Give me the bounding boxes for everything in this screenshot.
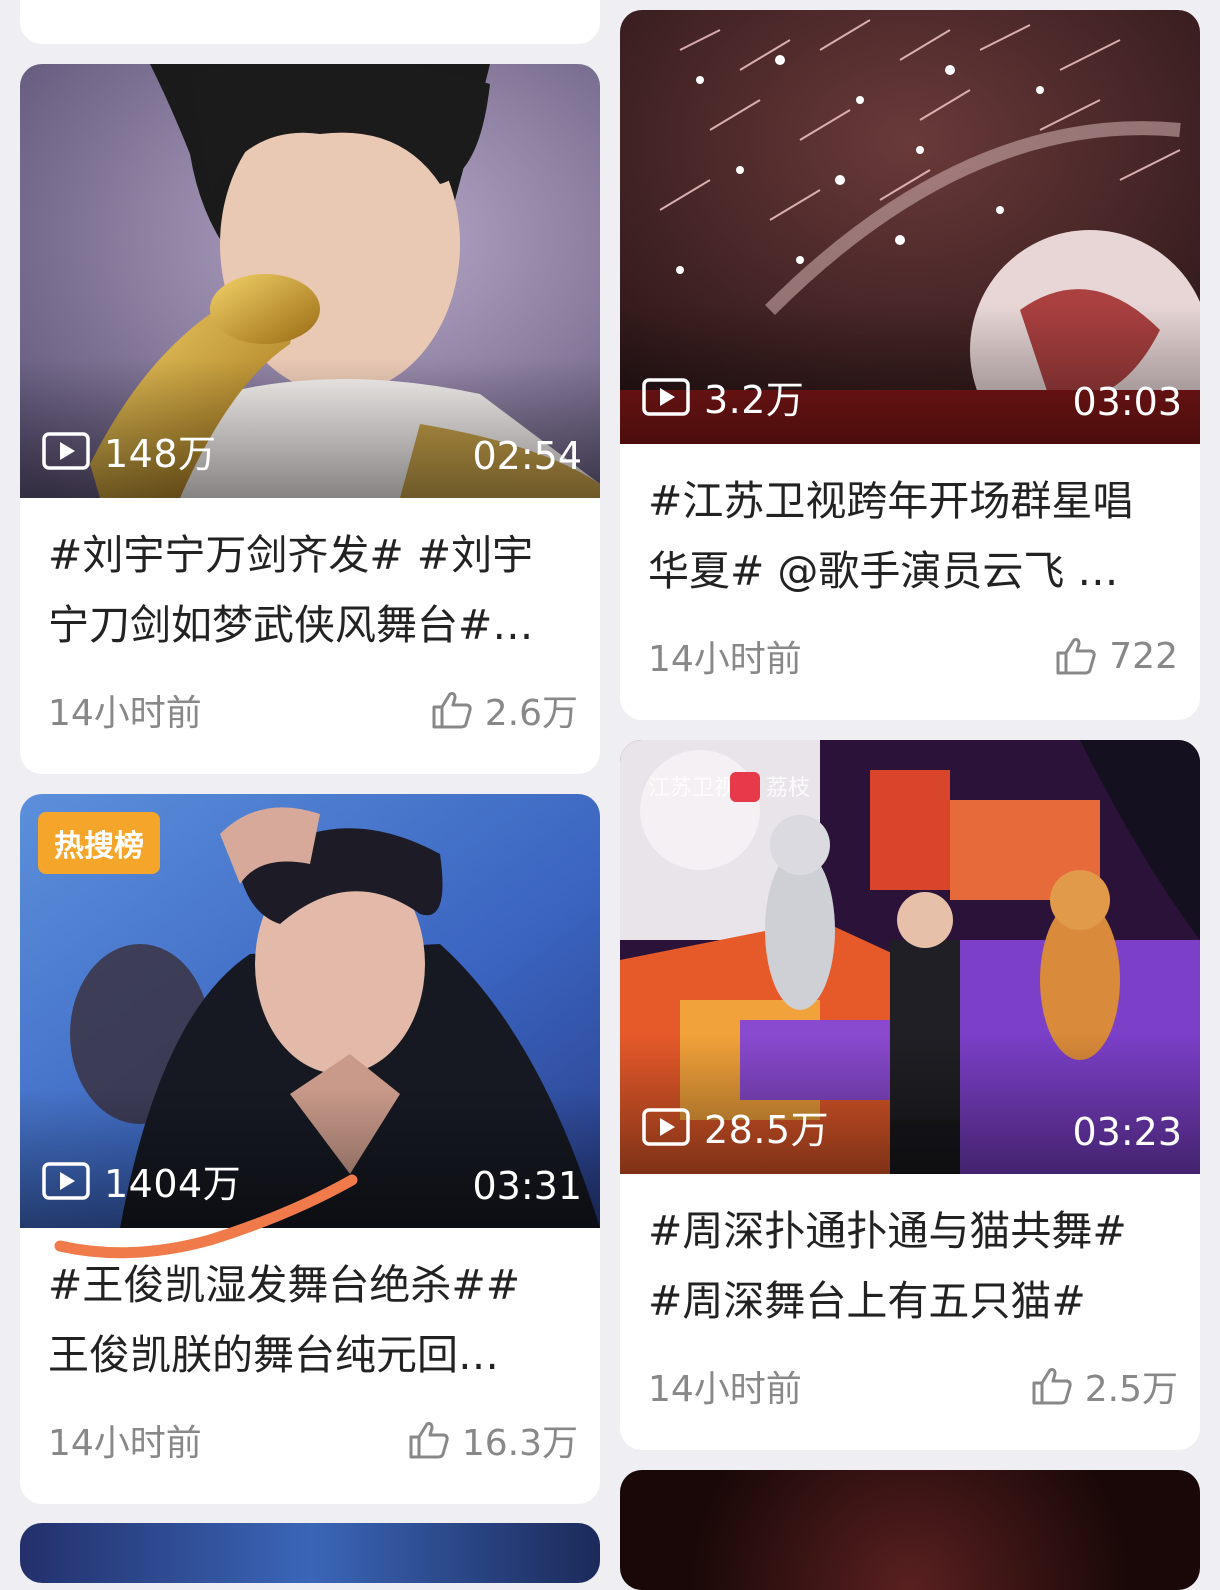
video-thumbnail[interactable]: 148万 02:54 xyxy=(20,64,600,498)
view-count: 28.5万 xyxy=(642,1099,829,1154)
video-title-line-1: #周深扑通扑通与猫共舞# xyxy=(648,1207,1127,1255)
video-title[interactable]: #周深扑通扑通与猫共舞# #周深舞台上有五只猫# xyxy=(620,1174,1200,1336)
like-button[interactable]: 2.6万 xyxy=(431,684,578,736)
video-card-jiangsu-opening[interactable]: 3.2万 03:03 #江苏卫视跨年开场群星唱 华夏# @歌手演员云飞 … 14… xyxy=(620,10,1200,720)
video-title-line-2: 王俊凯朕的舞台纯元回… xyxy=(48,1331,499,1379)
view-count: 3.2万 xyxy=(642,369,804,424)
video-thumbnail[interactable]: 江苏卫视 荔枝 28.5万 03:23 xyxy=(620,740,1200,1174)
like-count: 16.3万 xyxy=(461,1423,578,1464)
watermark-jiangsu-tv: 江苏卫视 xyxy=(648,776,736,801)
feed-card-partial-bottom-right[interactable] xyxy=(620,1470,1200,1590)
post-time: 14小时前 xyxy=(648,1369,802,1410)
card-meta: 14小时前 2.6万 xyxy=(48,684,578,736)
play-icon xyxy=(42,431,90,470)
like-count: 2.6万 xyxy=(484,693,578,734)
like-button[interactable]: 2.5万 xyxy=(1031,1360,1178,1412)
view-count: 1404万 xyxy=(42,1153,241,1208)
video-card-liuyuning[interactable]: 148万 02:54 #刘宇宁万剑齐发# #刘宇 宁刀剑如梦武侠风舞台#… 14… xyxy=(20,64,600,774)
watermark-lizhi: 荔枝 xyxy=(766,776,810,801)
video-title-line-1: #刘宇宁万剑齐发# #刘宇 xyxy=(48,531,534,579)
card-meta: 14小时前 722 xyxy=(648,630,1178,682)
view-count-text: 28.5万 xyxy=(704,1108,830,1152)
thumbs-up-icon xyxy=(409,1422,449,1459)
post-time: 14小时前 xyxy=(48,693,202,734)
card-meta: 14小时前 2.5万 xyxy=(648,1360,1178,1412)
video-title[interactable]: #王俊凯湿发舞台绝杀## 王俊凯朕的舞台纯元回… xyxy=(20,1228,600,1390)
video-title-line-1: #王俊凯湿发舞台绝杀## xyxy=(48,1261,521,1309)
video-title[interactable]: #江苏卫视跨年开场群星唱 华夏# @歌手演员云飞 … xyxy=(620,444,1200,606)
view-count-text: 1404万 xyxy=(104,1162,242,1206)
card-meta: 14小时前 16.3万 xyxy=(48,1414,578,1466)
play-icon xyxy=(42,1161,90,1200)
post-time: 14小时前 xyxy=(48,1423,202,1464)
view-count-text: 3.2万 xyxy=(704,378,805,422)
video-duration: 03:03 xyxy=(1072,380,1182,424)
like-button[interactable]: 16.3万 xyxy=(408,1414,578,1466)
video-duration: 03:31 xyxy=(472,1164,582,1208)
video-title-line-2: #周深舞台上有五只猫# xyxy=(648,1277,1086,1325)
video-card-wangjunkai[interactable]: 热搜榜 1404万 03:31 #王俊凯湿发舞台绝杀## 王俊凯朕的舞台纯元回…… xyxy=(20,794,600,1504)
thumbs-up-icon xyxy=(1056,638,1096,675)
like-count: 722 xyxy=(1109,635,1178,677)
play-icon xyxy=(642,377,690,416)
thumbs-up-icon xyxy=(1032,1368,1072,1405)
view-count-text: 148万 xyxy=(104,432,217,476)
like-count: 2.5万 xyxy=(1084,1369,1178,1410)
post-time: 14小时前 xyxy=(648,639,802,680)
video-duration: 03:23 xyxy=(1072,1110,1182,1154)
thumbs-up-icon xyxy=(432,692,472,729)
video-duration: 02:54 xyxy=(472,434,582,478)
video-thumbnail[interactable]: 热搜榜 1404万 03:31 xyxy=(20,794,600,1228)
view-count: 148万 xyxy=(42,423,217,478)
video-card-zhoushen[interactable]: 江苏卫视 荔枝 28.5万 03:23 #周深扑通扑通与猫共舞# #周深舞台上有… xyxy=(620,740,1200,1450)
hot-search-badge: 热搜榜 xyxy=(38,812,160,874)
video-title-line-2: 宁刀剑如梦武侠风舞台#… xyxy=(48,601,534,649)
video-title-line-1: #江苏卫视跨年开场群星唱 xyxy=(648,477,1134,525)
video-title-line-2: 华夏# @歌手演员云飞 … xyxy=(648,547,1119,595)
video-thumbnail[interactable]: 3.2万 03:03 xyxy=(620,10,1200,444)
like-button[interactable]: 722 xyxy=(1055,636,1178,677)
feed-card-partial-top[interactable] xyxy=(20,0,600,44)
feed-card-partial-bottom-left[interactable] xyxy=(20,1523,600,1583)
video-title[interactable]: #刘宇宁万剑齐发# #刘宇 宁刀剑如梦武侠风舞台#… xyxy=(20,498,600,660)
play-icon xyxy=(642,1107,690,1146)
